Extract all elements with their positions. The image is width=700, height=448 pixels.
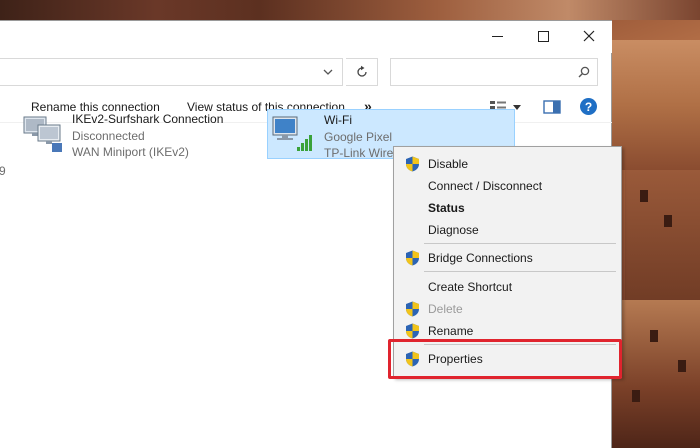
menu-item-bridge-connections[interactable]: Bridge Connections xyxy=(394,247,621,269)
title-bar xyxy=(0,21,612,53)
menu-item-label: Status xyxy=(428,201,465,215)
menu-item-label: Diagnose xyxy=(428,223,479,237)
menu-item-label: Rename xyxy=(428,324,474,338)
connection-status: Disconnected xyxy=(72,129,145,143)
connection-device: TP-Link Wireless xyxy=(324,146,396,160)
desktop-background xyxy=(625,170,700,310)
vpn-connection-icon xyxy=(23,116,62,152)
desktop-background xyxy=(650,330,658,342)
minimize-icon xyxy=(491,35,503,37)
desktop-background xyxy=(664,215,672,227)
menu-item-label: Delete xyxy=(428,302,463,316)
uac-shield-icon xyxy=(406,301,419,317)
connection-name: Wi-Fi xyxy=(324,113,352,127)
menu-item-diagnose[interactable]: Diagnose xyxy=(394,219,621,241)
desktop-background xyxy=(632,390,640,402)
uac-shield-icon xyxy=(406,250,419,266)
menu-item-label: Create Shortcut xyxy=(428,280,513,294)
desktop-background xyxy=(678,360,686,372)
context-menu: Disable Connect / Disconnect Status Diag… xyxy=(393,146,622,378)
refresh-button[interactable] xyxy=(346,58,378,86)
menu-item-label: Properties xyxy=(428,352,483,366)
menu-item-status[interactable]: Status xyxy=(394,197,621,219)
desktop-background xyxy=(640,190,648,202)
menu-separator xyxy=(424,271,616,272)
menu-item-label: Connect / Disconnect xyxy=(428,179,543,193)
menu-item-properties[interactable]: Properties xyxy=(394,348,621,370)
uac-shield-icon xyxy=(406,323,419,339)
uac-shield-icon xyxy=(406,351,419,367)
minimize-button[interactable] xyxy=(474,21,520,51)
menu-item-connect-disconnect[interactable]: Connect / Disconnect xyxy=(394,175,621,197)
preview-pane-icon[interactable] xyxy=(543,99,561,115)
connection-fragment: 9 xyxy=(0,164,6,178)
connection-item-ikev2[interactable]: IKEv2-Surfshark Connection Disconnected … xyxy=(18,109,248,159)
menu-item-label: Disable xyxy=(428,157,469,171)
desktop-background xyxy=(612,300,700,448)
menu-separator xyxy=(424,344,616,345)
menu-separator xyxy=(424,243,616,244)
connection-status: Google Pixel xyxy=(324,130,393,144)
chevron-down-icon[interactable] xyxy=(321,65,335,79)
desktop-background xyxy=(260,0,700,20)
search-icon xyxy=(578,66,590,78)
address-bar[interactable] xyxy=(0,58,343,86)
menu-item-disable[interactable]: Disable xyxy=(394,153,621,175)
refresh-icon xyxy=(356,65,367,77)
menu-item-delete[interactable]: Delete xyxy=(394,298,621,320)
close-icon xyxy=(583,30,595,42)
desktop-background xyxy=(610,40,700,170)
search-input[interactable] xyxy=(390,58,598,86)
close-button[interactable] xyxy=(566,21,612,51)
connection-name: IKEv2-Surfshark Connection xyxy=(72,112,224,126)
maximize-icon xyxy=(537,30,549,42)
uac-shield-icon xyxy=(406,156,419,172)
menu-item-create-shortcut[interactable]: Create Shortcut xyxy=(394,276,621,298)
menu-item-label: Bridge Connections xyxy=(428,251,533,265)
help-icon[interactable]: ? xyxy=(580,98,597,115)
wifi-adapter-icon xyxy=(272,116,312,151)
menu-item-rename[interactable]: Rename xyxy=(394,320,621,342)
maximize-button[interactable] xyxy=(520,21,566,51)
desktop-background xyxy=(0,0,260,20)
connection-device: WAN Miniport (IKEv2) xyxy=(72,145,189,159)
